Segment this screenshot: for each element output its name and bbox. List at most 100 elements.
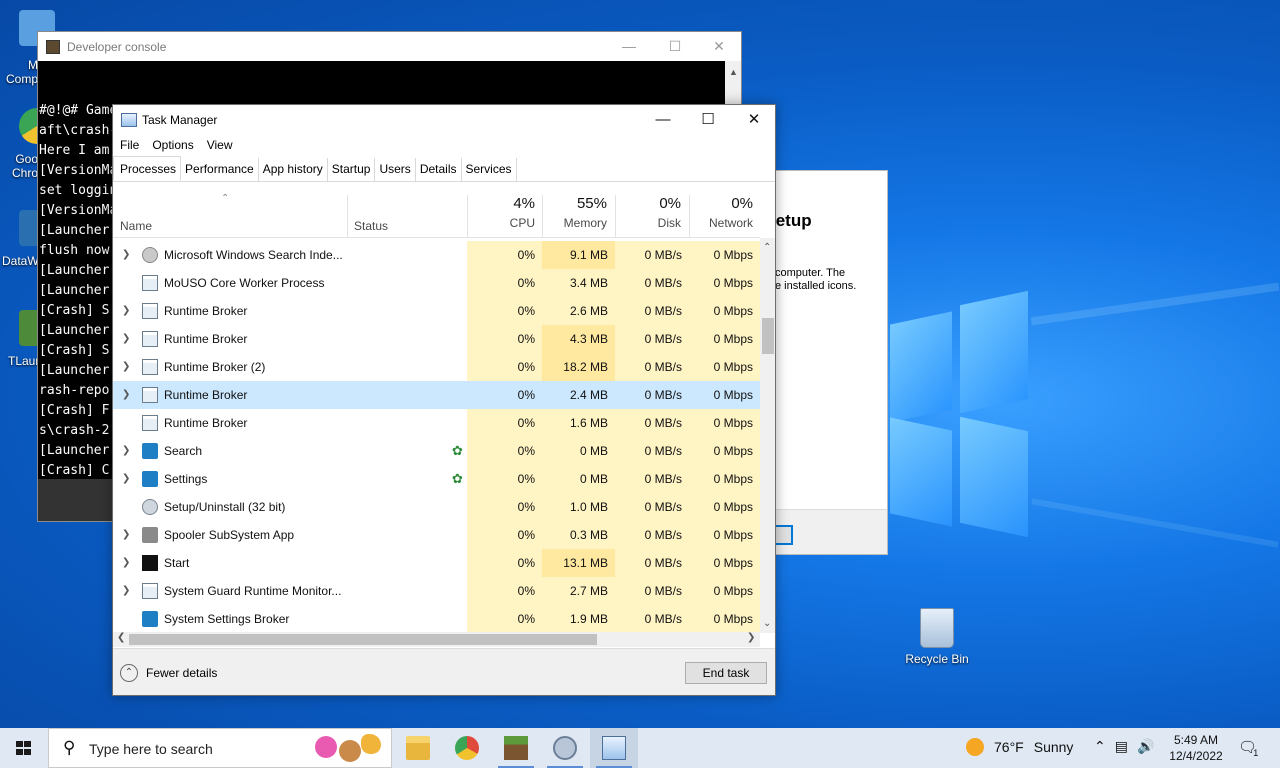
chevron-right-icon[interactable]: ❯	[122, 389, 130, 400]
task-manager-window[interactable]: Task Manager — ☐ ✕ File Options View Pro…	[112, 104, 776, 696]
process-row[interactable]: ❯ Microsoft Windows Search Inde... 0% 9.1 M…	[113, 241, 760, 269]
process-row[interactable]: ❯ System Guard Runtime Monitor... 0% 2.7 MB…	[113, 577, 760, 605]
cpu-cell: 0%	[467, 521, 542, 549]
chevron-right-icon[interactable]: ❯	[122, 557, 130, 568]
process-row[interactable]: MoUSO Core Worker Process 0% 3.4 MB 0 MB/s 0…	[113, 269, 760, 297]
task-manager-icon	[602, 736, 626, 760]
process-name: Runtime Broker	[164, 304, 248, 318]
gear-icon	[142, 611, 158, 627]
clock[interactable]: 5:49 AM 12/4/2022	[1158, 732, 1234, 764]
chevron-right-icon[interactable]: ❯	[122, 445, 130, 456]
process-row[interactable]: Setup/Uninstall (32 bit) 0% 1.0 MB 0 MB/s 0 …	[113, 493, 760, 521]
process-row[interactable]: ❯ Runtime Broker 0% 4.3 MB 0 MB/s 0 Mbps	[113, 325, 760, 353]
col-memory[interactable]: 55% Memory	[542, 195, 607, 230]
tab-users[interactable]: Users	[375, 158, 416, 181]
scroll-right-icon[interactable]: ❯	[747, 632, 755, 643]
scroll-down-icon[interactable]: ⌄	[763, 618, 771, 629]
tab-performance[interactable]: Performance	[181, 158, 259, 181]
taskbar-chrome[interactable]	[443, 728, 491, 768]
window-icon	[142, 359, 158, 375]
chevron-up-icon[interactable]: ⌃	[1094, 738, 1106, 755]
network-cell: 0 Mbps	[689, 437, 760, 465]
hscrollbar-thumb[interactable]	[129, 634, 597, 645]
tm-close-button[interactable]: ✕	[731, 105, 775, 135]
desktop-icon-recycle-bin[interactable]: Recycle Bin	[900, 608, 974, 666]
devcon-maximize-button[interactable]: ☐	[652, 32, 698, 61]
chevron-right-icon[interactable]: ❯	[122, 249, 130, 260]
tm-titlebar[interactable]: Task Manager — ☐ ✕	[113, 105, 775, 135]
weather-widget[interactable]: 76°F Sunny	[966, 738, 1073, 756]
start-button[interactable]	[0, 728, 48, 768]
process-row[interactable]: ❯ Search ✿ 0% 0 MB 0 MB/s 0 Mbps	[113, 437, 760, 465]
chevron-right-icon[interactable]: ❯	[122, 361, 130, 372]
taskbar-search-box[interactable]: ⚲ Type here to search	[48, 728, 392, 768]
devcon-close-button[interactable]: ✕	[696, 32, 742, 61]
col-network[interactable]: 0% Network	[689, 195, 753, 230]
tab-services[interactable]: Services	[462, 158, 517, 181]
chrome-icon	[455, 736, 479, 760]
process-row[interactable]: ❯ Runtime Broker 0% 2.6 MB 0 MB/s 0 Mbps	[113, 297, 760, 325]
process-list-scrollbar[interactable]: ⌃ ⌄	[760, 238, 775, 633]
tab-processes[interactable]: Processes	[113, 156, 182, 181]
cpu-cell: 0%	[467, 269, 542, 297]
process-row[interactable]: System Settings Broker 0% 1.9 MB 0 MB/s 0 Mb…	[113, 605, 760, 633]
taskbar-task-manager[interactable]	[590, 728, 638, 768]
process-row[interactable]: ❯ Spooler SubSystem App 0% 0.3 MB 0 MB/s 0 Mb…	[113, 521, 760, 549]
tab-app-history[interactable]: App history	[259, 158, 328, 181]
process-name: MoUSO Core Worker Process	[164, 276, 325, 290]
tab-startup[interactable]: Startup	[328, 158, 376, 181]
col-cpu[interactable]: 4% CPU	[467, 195, 535, 230]
process-row[interactable]: Runtime Broker 0% 1.6 MB 0 MB/s 0 Mbps	[113, 409, 760, 437]
network-cell: 0 Mbps	[689, 325, 760, 353]
tm-minimize-button[interactable]: —	[640, 105, 686, 135]
horizontal-scrollbar[interactable]: ❮ ❯	[113, 632, 760, 647]
process-row[interactable]: ❯ Runtime Broker (2) 0% 18.2 MB 0 MB/s 0 Mbps	[113, 353, 760, 381]
chevron-right-icon[interactable]: ❯	[122, 585, 130, 596]
col-status[interactable]: Status	[354, 219, 388, 233]
devcon-minimize-button[interactable]: —	[606, 32, 652, 61]
chevron-right-icon[interactable]: ❯	[122, 529, 130, 540]
window-icon	[142, 303, 158, 319]
volume-icon[interactable]: 🔊	[1137, 738, 1154, 755]
menu-view[interactable]: View	[200, 136, 239, 156]
process-name: Microsoft Windows Search Inde...	[164, 248, 343, 262]
memory-label: Memory	[563, 216, 607, 230]
cpu-label: CPU	[509, 216, 535, 230]
scrollbar-thumb[interactable]	[762, 318, 774, 354]
tab-details[interactable]: Details	[416, 158, 462, 181]
fewer-details-button[interactable]: ⌃ Fewer details	[120, 664, 217, 682]
disk-cell: 0 MB/s	[615, 605, 689, 633]
memory-cell: 18.2 MB	[542, 353, 615, 381]
person-icon	[142, 247, 158, 263]
desktop-label: M Comp	[5, 58, 38, 86]
menu-options[interactable]: Options	[145, 136, 199, 156]
search-highlight-icon	[315, 734, 385, 764]
tm-maximize-button[interactable]: ☐	[685, 105, 731, 135]
minecraft-icon	[504, 736, 528, 760]
memory-cell: 1.9 MB	[542, 605, 615, 633]
process-row[interactable]: ❯ Start 0% 13.1 MB 0 MB/s 0 Mbps	[113, 549, 760, 577]
notification-center-button[interactable]: 🗨 1	[1238, 738, 1266, 758]
network-icon[interactable]: ▤	[1115, 738, 1128, 755]
chevron-right-icon[interactable]: ❯	[122, 473, 130, 484]
menu-file[interactable]: File	[113, 136, 145, 156]
taskbar-file-explorer[interactable]	[394, 728, 442, 768]
process-name: Settings	[164, 472, 208, 486]
scroll-up-icon[interactable]: ▲	[729, 67, 738, 77]
process-row[interactable]: ❯ Runtime Broker 0% 2.4 MB 0 MB/s 0 Mbps	[113, 381, 760, 409]
col-name[interactable]: Name	[120, 219, 152, 233]
taskbar-minecraft[interactable]	[492, 728, 540, 768]
chevron-right-icon[interactable]: ❯	[122, 333, 130, 344]
scroll-up-icon[interactable]: ⌃	[763, 242, 771, 253]
col-disk[interactable]: 0% Disk	[615, 195, 681, 230]
chevron-right-icon[interactable]: ❯	[122, 305, 130, 316]
scroll-left-icon[interactable]: ❮	[117, 632, 125, 643]
clock-time: 5:49 AM	[1173, 733, 1219, 747]
disk-cell: 0 MB/s	[615, 381, 689, 409]
end-task-button[interactable]: End task	[685, 662, 767, 684]
taskbar-setup[interactable]	[541, 728, 589, 768]
process-row[interactable]: ❯ Settings ✿ 0% 0 MB 0 MB/s 0 Mbps	[113, 465, 760, 493]
disk-cell: 0 MB/s	[615, 493, 689, 521]
network-cell: 0 Mbps	[689, 353, 760, 381]
memory-cell: 2.6 MB	[542, 297, 615, 325]
